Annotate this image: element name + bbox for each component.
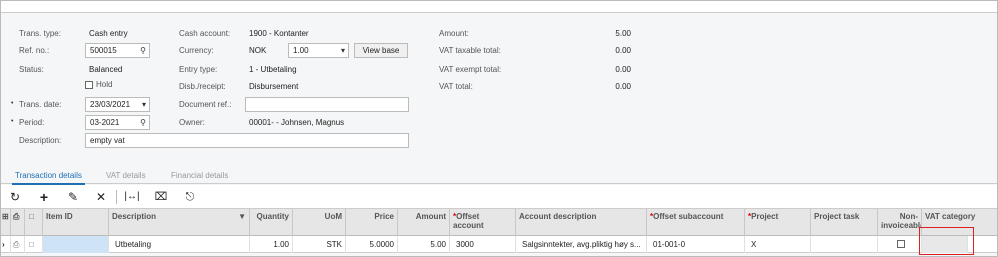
cell-project-task[interactable]	[811, 236, 878, 253]
cell-offset-account[interactable]: 3000	[450, 236, 516, 253]
attachment-icon: ⎙	[11, 209, 25, 236]
refresh-icon[interactable]: ↻	[7, 189, 23, 205]
description-value: empty vat	[90, 136, 125, 145]
period-field[interactable]: 03-2021 ⚲	[85, 115, 150, 130]
dropdown-icon[interactable]: ▾	[142, 98, 146, 111]
add-icon[interactable]: +	[36, 189, 52, 205]
toolbar-divider	[116, 190, 117, 204]
document-ref-field[interactable]	[245, 97, 409, 112]
status-value: Balanced	[89, 65, 123, 74]
vat-total-value: 0.00	[615, 82, 631, 91]
col-quantity[interactable]: Quantity	[250, 209, 293, 236]
currency-label: Currency:	[179, 46, 214, 55]
ref-no-value: 500015	[90, 46, 117, 55]
col-non-invoiceable[interactable]: Non-invoiceable	[878, 209, 922, 236]
vat-exempt-value: 0.00	[615, 65, 631, 74]
ref-no-field[interactable]: 500015 ⚲	[85, 43, 150, 58]
cell-project[interactable]: X	[745, 236, 811, 253]
col-price[interactable]: Price	[346, 209, 398, 236]
row-selector-header: ⊞	[1, 209, 11, 236]
note-icon[interactable]: □	[25, 236, 43, 253]
amount-label: Amount:	[439, 29, 469, 38]
entry-type-value: 1 - Utbetaling	[249, 65, 297, 74]
trans-type-value: Cash entry	[89, 29, 128, 38]
col-offset-account-label: Offset account	[453, 212, 484, 230]
cell-amount[interactable]: 5.00	[398, 236, 450, 253]
description-label: Description:	[19, 136, 62, 145]
fit-width-icon[interactable]: |↔|	[124, 189, 140, 205]
col-account-description[interactable]: Account description	[516, 209, 647, 236]
hold-checkbox[interactable]	[85, 81, 93, 89]
cell-price[interactable]: 5.0000	[346, 236, 398, 253]
col-description[interactable]: Description ▼	[109, 209, 250, 236]
document-ref-label: Document ref.:	[179, 100, 232, 109]
non-invoiceable-checkbox[interactable]	[897, 240, 905, 248]
vat-total-label: VAT total:	[439, 82, 473, 91]
period-label: Period:	[11, 118, 44, 127]
highlight-box	[919, 227, 974, 255]
dropdown-icon[interactable]: ▾	[341, 44, 345, 57]
currency-rate-field[interactable]: 1.00 ▾	[288, 43, 349, 58]
ref-no-label: Ref. no.:	[19, 46, 50, 55]
cell-item-id[interactable]	[43, 236, 109, 253]
disb-receipt-label: Disb./receipt:	[179, 82, 226, 91]
vat-exempt-label: VAT exempt total:	[439, 65, 502, 74]
tab-transaction-details[interactable]: Transaction details	[12, 171, 85, 185]
delete-icon[interactable]: ✕	[93, 189, 109, 205]
table-row[interactable]: › ⎙ □ Utbetaling 1.00 STK 5.0000 5.00 30…	[1, 236, 997, 253]
col-description-label: Description	[112, 212, 157, 221]
status-label: Status:	[19, 65, 44, 74]
owner-label: Owner:	[179, 118, 205, 127]
export-excel-icon[interactable]: ⌧	[153, 189, 169, 205]
tab-vat-details[interactable]: VAT details	[106, 171, 146, 180]
edit-icon[interactable]: ✎	[65, 189, 81, 205]
entry-type-label: Entry type:	[179, 65, 218, 74]
top-bar	[1, 1, 997, 13]
tab-financial-details[interactable]: Financial details	[171, 171, 228, 180]
hold-label: Hold	[96, 80, 113, 89]
cell-uom[interactable]: STK	[293, 236, 346, 253]
trans-date-field[interactable]: 23/03/2021 ▾	[85, 97, 150, 112]
period-value: 03-2021	[90, 118, 120, 127]
attachment-icon[interactable]: ⎙	[11, 236, 25, 253]
cash-account-label: Cash account:	[179, 29, 231, 38]
search-icon[interactable]: ⚲	[140, 44, 146, 57]
col-uom[interactable]: UoM	[293, 209, 346, 236]
disb-receipt-value: Disbursement	[249, 82, 299, 91]
trans-type-label: Trans. type:	[19, 29, 61, 38]
sort-desc-icon[interactable]: ▼	[238, 212, 246, 221]
app-window: Trans. type: Cash entry Ref. no.: 500015…	[0, 0, 998, 257]
col-project-task[interactable]: Project task	[811, 209, 878, 236]
cash-account-value: 1900 - Kontanter	[249, 29, 309, 38]
grid-header: ⊞ ⎙ □ Item ID Description ▼ Quantity UoM …	[1, 209, 997, 236]
currency-rate-value: 1.00	[293, 46, 309, 55]
col-project-label: Project	[751, 212, 779, 221]
description-field[interactable]: empty vat	[85, 133, 409, 148]
view-base-button[interactable]: View base	[354, 43, 408, 58]
trans-date-label: Trans. date:	[11, 100, 61, 109]
trans-date-value: 23/03/2021	[90, 100, 131, 109]
col-amount[interactable]: Amount	[398, 209, 450, 236]
upload-icon[interactable]: ⎋	[182, 189, 198, 205]
amount-value: 5.00	[615, 29, 631, 38]
grid-toolbar: ↻ + ✎ ✕ |↔| ⌧ ⎋	[1, 185, 997, 209]
col-offset-account[interactable]: *Offset account	[450, 209, 516, 236]
cell-description[interactable]: Utbetaling	[109, 236, 250, 253]
col-project[interactable]: *Project	[745, 209, 811, 236]
detail-tabs: Transaction details VAT details Financia…	[1, 167, 997, 185]
col-offset-subaccount[interactable]: *Offset subaccount	[647, 209, 745, 236]
col-item-id[interactable]: Item ID	[43, 209, 109, 236]
cell-account-description[interactable]: Salgsinntekter, avg.pliktig høy s...	[516, 236, 647, 253]
currency-value: NOK	[249, 46, 267, 55]
owner-value: 00001- - Johnsen, Magnus	[249, 118, 345, 127]
vat-taxable-value: 0.00	[615, 46, 631, 55]
cell-non-invoiceable	[878, 236, 922, 253]
col-offset-subaccount-label: Offset subaccount	[653, 212, 724, 221]
search-icon[interactable]: ⚲	[140, 116, 146, 129]
row-pointer-icon: ›	[1, 236, 11, 253]
vat-taxable-label: VAT taxable total:	[439, 46, 501, 55]
cell-quantity[interactable]: 1.00	[250, 236, 293, 253]
cell-offset-subaccount[interactable]: 01-001-0	[647, 236, 745, 253]
note-icon: □	[25, 209, 43, 236]
